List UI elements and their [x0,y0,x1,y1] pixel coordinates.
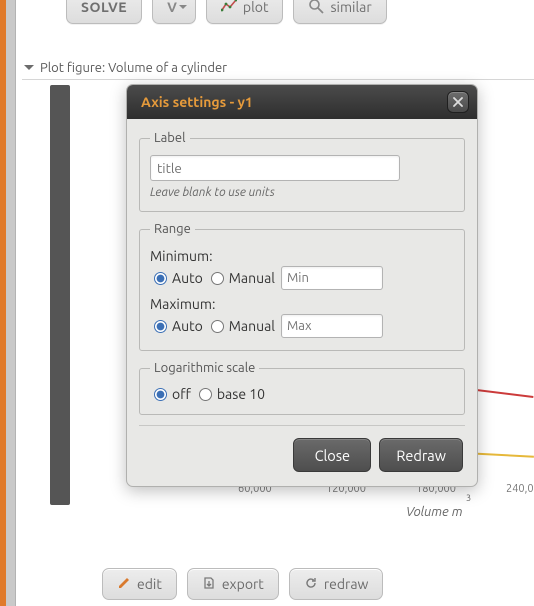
variable-dropdown[interactable]: V [152,0,196,24]
max-manual-label: Manual [229,318,275,334]
dialog-title-text: Axis settings - y1 [141,94,253,110]
max-value-input[interactable] [281,314,383,338]
logscale-fieldset: Logarithmic scale off base 10 [139,361,465,415]
x-axis-label: Volume m [406,505,463,519]
axis-label-hint: Leave blank to use units [150,186,454,199]
bottom-redraw-label: redraw [324,576,369,592]
main-area: SOLVE V plot similar Plot figure: Volume… [16,0,534,606]
side-gutter [6,0,16,606]
max-auto-radio[interactable] [154,320,167,333]
logscale-legend: Logarithmic scale [150,361,259,375]
dialog-titlebar[interactable]: Axis settings - y1 [127,85,477,119]
min-auto-label: Auto [172,270,203,286]
edit-button[interactable]: edit [102,568,177,600]
axis-label-input[interactable] [150,155,400,181]
min-manual-label: Manual [229,270,275,286]
dialog-body: Label Leave blank to use units Range Min… [127,119,477,486]
refresh-icon [304,576,318,593]
dialog-actions: Close Redraw [139,438,465,472]
axis-settings-dialog: Axis settings - y1 Label Leave blank to … [126,84,478,487]
redraw-button[interactable]: Redraw [379,438,463,472]
plot-icon [221,0,237,17]
log-off-label: off [172,386,191,402]
plot-bottom-toolbar: edit export redraw [102,568,383,600]
dialog-separator [139,425,465,426]
plot-section-title: Plot figure: Volume of a cylinder [40,61,227,75]
range-legend: Range [150,222,195,236]
label-fieldset: Label Leave blank to use units [139,131,465,212]
maximum-label: Maximum: [150,296,454,312]
export-button[interactable]: export [187,568,279,600]
x-tick: 240,00 [506,483,534,495]
min-manual-radio[interactable] [211,272,224,285]
max-auto-label: Auto [172,318,203,334]
min-value-input[interactable] [281,266,383,290]
close-button[interactable]: Close [293,438,371,472]
close-icon [453,94,463,110]
search-icon [308,0,324,17]
similar-button[interactable]: similar [293,0,386,24]
max-manual-radio[interactable] [211,320,224,333]
export-label: export [222,576,264,592]
plot-button-label: plot [243,0,269,15]
plot-button[interactable]: plot [206,0,284,24]
plot-section-header[interactable]: Plot figure: Volume of a cylinder [22,56,534,80]
top-toolbar: SOLVE V plot similar [66,0,387,24]
dialog-close-button[interactable] [447,91,469,113]
minimum-label: Minimum: [150,248,454,264]
pencil-icon [117,576,131,593]
log-off-radio[interactable] [154,388,167,401]
bottom-redraw-button[interactable]: redraw [289,568,384,600]
solve-button[interactable]: SOLVE [66,0,142,24]
range-fieldset: Range Minimum: Auto Manual Maximum: Auto… [139,222,465,351]
log-base10-label: base 10 [217,386,265,402]
x-axis-exponent: 3 [466,493,471,503]
log-base10-radio[interactable] [199,388,212,401]
edit-label: edit [137,576,162,592]
collapse-triangle-icon [24,65,34,75]
export-icon [202,576,216,593]
plot-left-gutter [50,85,70,505]
label-legend: Label [150,131,190,145]
min-auto-radio[interactable] [154,272,167,285]
similar-button-label: similar [330,0,371,15]
